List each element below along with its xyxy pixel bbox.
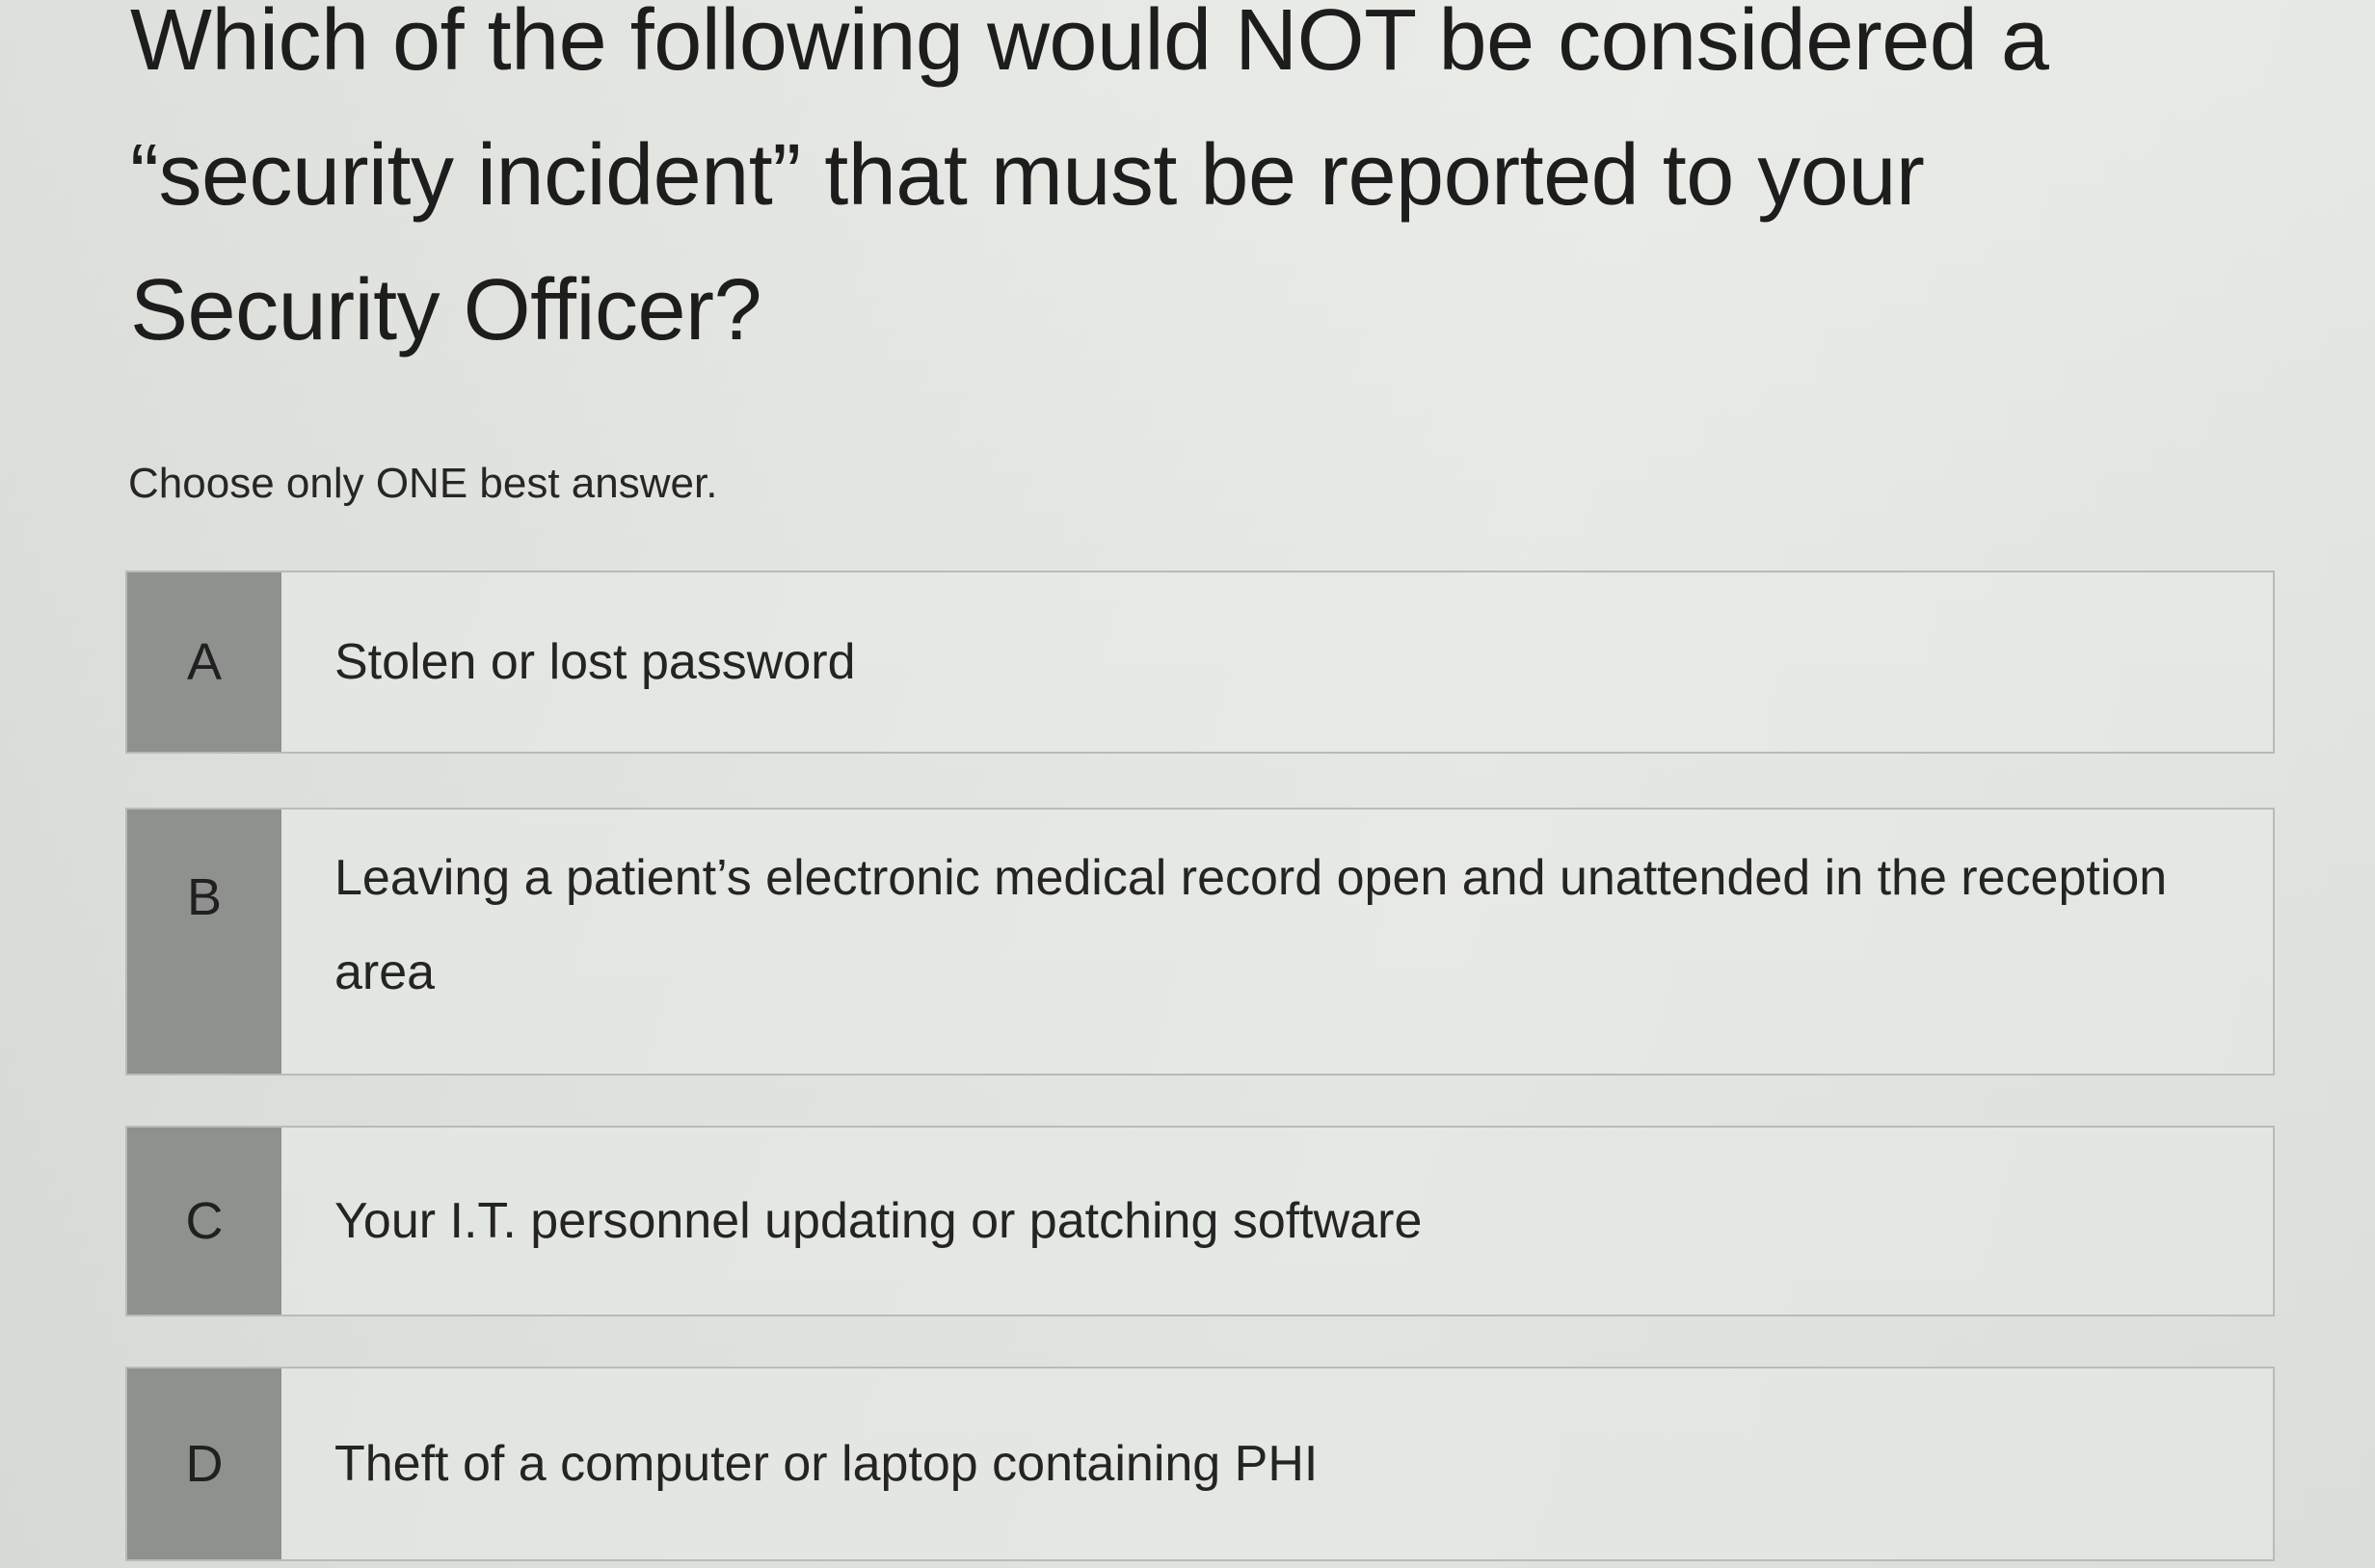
- option-text-a: Stolen or lost password: [334, 634, 856, 690]
- option-letter-d: D: [127, 1369, 281, 1559]
- option-text-d: Theft of a computer or laptop containing…: [334, 1436, 1319, 1492]
- answer-option-d[interactable]: D Theft of a computer or laptop containi…: [125, 1367, 2275, 1561]
- answer-option-c[interactable]: C Your I.T. personnel updating or patchi…: [125, 1126, 2275, 1316]
- answer-option-b[interactable]: B Leaving a patient’s electronic medical…: [125, 808, 2275, 1076]
- option-letter-b: B: [127, 810, 281, 1074]
- answer-options: A Stolen or lost password B Leaving a pa…: [125, 0, 2294, 1568]
- answer-option-a[interactable]: A Stolen or lost password: [125, 571, 2275, 754]
- option-letter-c: C: [127, 1128, 281, 1315]
- option-letter-a: A: [127, 572, 281, 752]
- option-text-b: Leaving a patient’s electronic medical r…: [334, 850, 2168, 1000]
- quiz-screen: Which of the following would NOT be cons…: [0, 0, 2375, 1568]
- option-text-c: Your I.T. personnel updating or patching…: [334, 1193, 1423, 1249]
